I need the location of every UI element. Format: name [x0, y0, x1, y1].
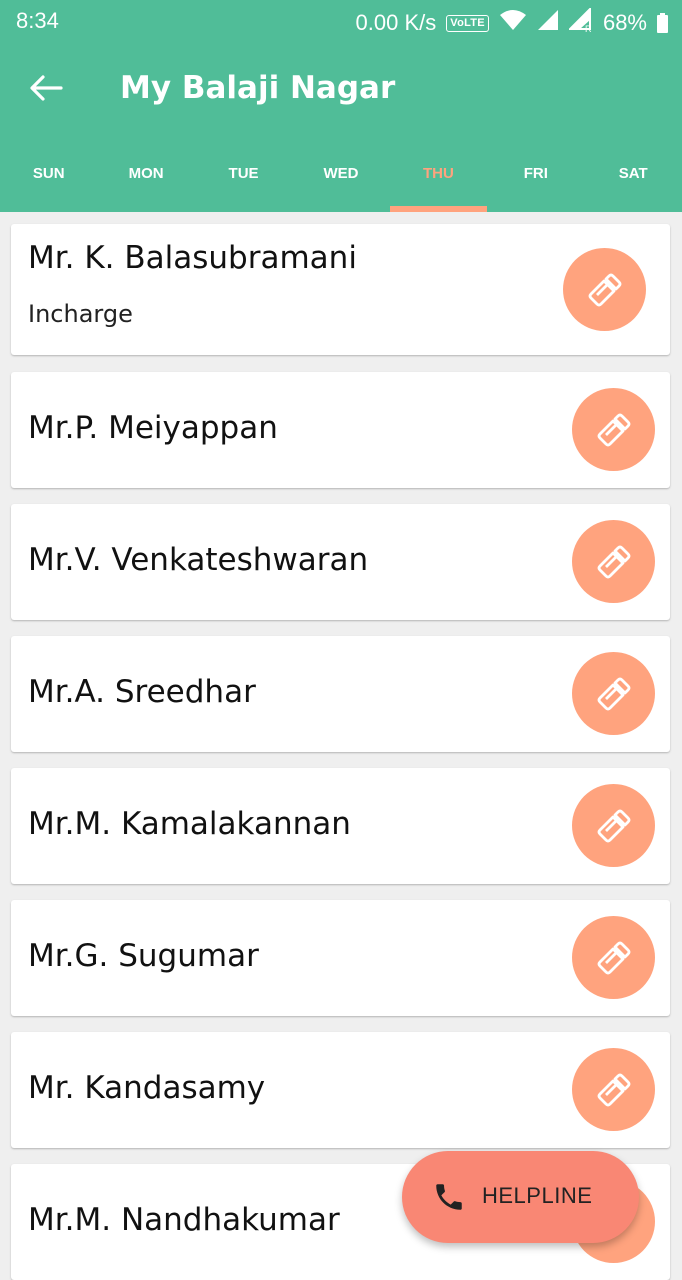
tab-thu[interactable]: THU — [389, 134, 488, 212]
tab-label: MON — [128, 164, 164, 182]
contact-card: Mr.P. Meiyappan — [11, 372, 670, 488]
tab-label: SAT — [618, 164, 648, 182]
tab-fri[interactable]: FRI — [487, 134, 584, 212]
phone-icon — [597, 941, 630, 974]
phone-icon — [597, 1073, 630, 1106]
app-header: 8:34 0.00 K/s VoLTE R 68% My Balaji Naga… — [0, 0, 682, 212]
day-tabs: SUN MON TUE WED THU FRI SAT — [0, 134, 682, 212]
call-button[interactable] — [572, 916, 655, 999]
phone-icon — [597, 809, 630, 842]
svg-text:R: R — [585, 24, 592, 32]
contact-card: Mr. K. Balasubramani Incharge — [11, 224, 670, 355]
phone-icon — [588, 273, 621, 306]
arrow-back-icon — [30, 75, 63, 101]
phone-icon — [597, 677, 630, 710]
tab-sat[interactable]: SAT — [585, 134, 682, 212]
status-bar: 8:34 0.00 K/s VoLTE R 68% — [0, 0, 682, 42]
tab-label: WED — [323, 164, 359, 182]
contact-card: Mr.A. Sreedhar — [11, 636, 670, 752]
phone-icon — [597, 413, 630, 446]
page-title: My Balaji Nagar — [120, 70, 396, 106]
contact-name: Mr.P. Meiyappan — [28, 410, 278, 446]
signal-icon — [537, 9, 559, 37]
contact-name: Mr. K. Balasubramani — [28, 240, 357, 276]
tab-label: SUN — [32, 164, 65, 182]
helpline-label: HELPLINE — [482, 1183, 593, 1208]
tab-wed[interactable]: WED — [292, 134, 389, 212]
call-button[interactable] — [572, 520, 655, 603]
contact-name: Mr.A. Sreedhar — [28, 674, 256, 710]
back-button[interactable] — [24, 66, 68, 110]
contact-card: Mr.V. Venkateshwaran — [11, 504, 670, 620]
call-button[interactable] — [572, 784, 655, 867]
tab-label: THU — [422, 164, 454, 182]
call-button[interactable] — [563, 248, 646, 331]
status-time: 8:34 — [16, 8, 59, 33]
call-button[interactable] — [572, 1048, 655, 1131]
contact-role: Incharge — [28, 300, 133, 328]
status-indicators: 0.00 K/s VoLTE R 68% — [355, 6, 668, 38]
phone-icon — [436, 1184, 462, 1210]
phone-icon — [597, 545, 630, 578]
contact-name: Mr.G. Sugumar — [28, 938, 259, 974]
contact-card: Mr. Kandasamy — [11, 1032, 670, 1148]
contact-name: Mr.M. Kamalakannan — [28, 806, 351, 842]
contact-name: Mr.M. Nandhakumar — [28, 1202, 340, 1238]
contact-card: Mr.G. Sugumar — [11, 900, 670, 1016]
signal-roaming-icon: R — [567, 6, 593, 38]
tab-mon[interactable]: MON — [97, 134, 194, 212]
volte-badge: VoLTE — [446, 14, 489, 32]
tab-tue[interactable]: TUE — [195, 134, 292, 212]
contact-name: Mr.V. Venkateshwaran — [28, 542, 369, 578]
battery-percent: 68% — [602, 10, 647, 35]
tab-sun[interactable]: SUN — [0, 134, 97, 212]
contact-card: Mr.M. Kamalakannan — [11, 768, 670, 884]
app-screen: 8:34 0.00 K/s VoLTE R 68% My Balaji Naga… — [0, 0, 682, 1280]
call-button[interactable] — [572, 652, 655, 735]
toolbar: My Balaji Nagar — [0, 42, 682, 134]
tab-indicator — [389, 206, 488, 212]
helpline-button[interactable]: HELPLINE — [402, 1151, 639, 1243]
battery-icon — [657, 13, 668, 33]
contact-name: Mr. Kandasamy — [28, 1070, 266, 1106]
tab-label: FRI — [523, 164, 548, 182]
network-speed: 0.00 K/s — [355, 10, 437, 35]
tab-label: TUE — [228, 164, 259, 182]
call-button[interactable] — [572, 388, 655, 471]
wifi-icon — [499, 9, 527, 37]
